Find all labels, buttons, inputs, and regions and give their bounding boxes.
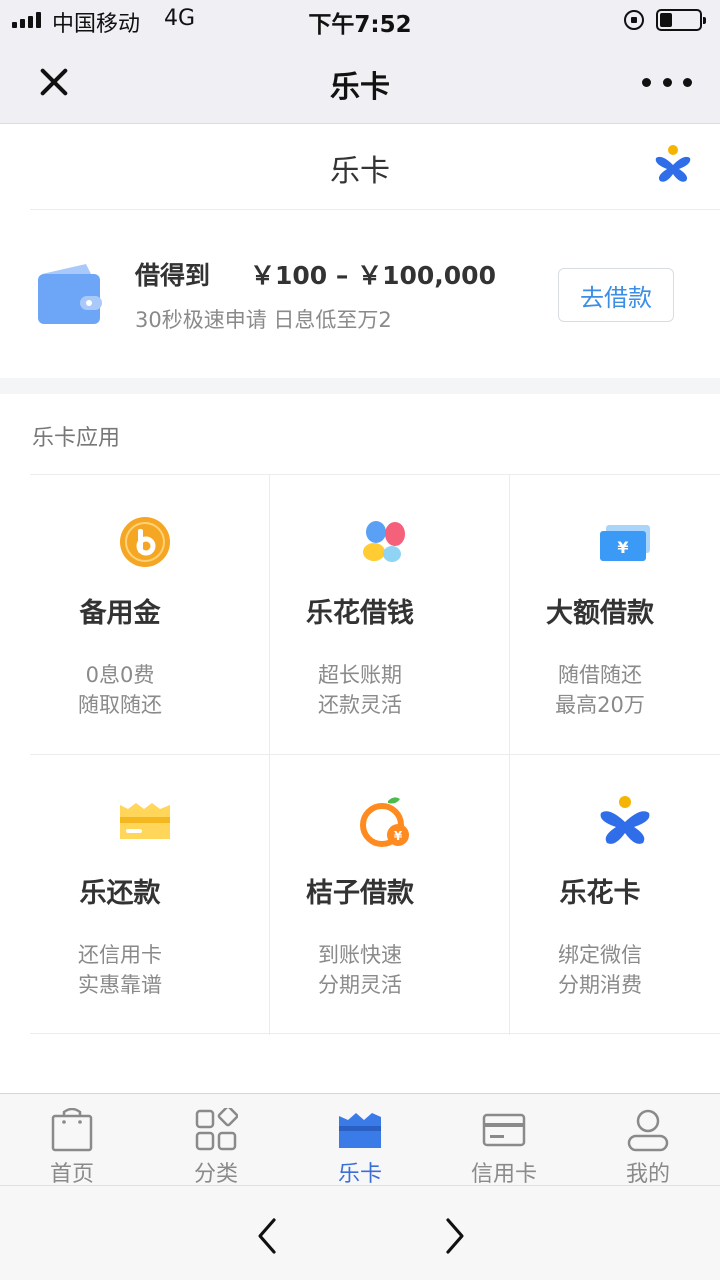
app-lehua-borrow[interactable]: 乐花借钱 超长账期 还款灵活 bbox=[270, 475, 510, 755]
borrow-button[interactable]: 去借款 bbox=[558, 268, 674, 322]
svg-text:¥: ¥ bbox=[394, 829, 403, 843]
app-desc-line2: 最高20万 bbox=[555, 693, 645, 717]
app-backup-funds[interactable]: 备用金 0息0费 随取随还 bbox=[30, 475, 270, 755]
app-desc-line2: 分期灵活 bbox=[318, 973, 402, 997]
app-desc-line2: 还款灵活 bbox=[318, 693, 402, 717]
tab-bar: 首页 分类 乐卡 信用卡 我的 bbox=[0, 1093, 720, 1187]
app-name: 大额借款 bbox=[546, 598, 654, 629]
tab-label: 信用卡 bbox=[470, 1162, 537, 1187]
page-title: 乐卡 bbox=[330, 154, 390, 189]
credit-card-icon bbox=[482, 1113, 526, 1147]
more-options-icon[interactable] bbox=[642, 72, 692, 92]
tab-label: 我的 bbox=[625, 1162, 670, 1187]
app-desc-line2: 随取随还 bbox=[78, 693, 162, 717]
app-name: 乐花卡 bbox=[559, 878, 641, 909]
tab-label: 首页 bbox=[49, 1162, 94, 1187]
app-large-loan[interactable]: ¥ 大额借款 随借随还 最高20万 bbox=[510, 475, 720, 755]
svg-text:¥: ¥ bbox=[617, 538, 628, 557]
app-le-repay[interactable]: 乐还款 还信用卡 实惠靠谱 bbox=[30, 755, 270, 1035]
loan-subtitle: 30秒极速申请 日息低至万2 bbox=[135, 308, 392, 332]
loan-amount-range: ￥100 – ￥100,000 bbox=[250, 261, 496, 290]
user-icon bbox=[627, 1109, 669, 1152]
app-name: 备用金 bbox=[79, 598, 161, 629]
battery-icon bbox=[656, 9, 706, 31]
loan-banner: 借得到 ￥100 – ￥100,000 30秒极速申请 日息低至万2 去借款 bbox=[0, 210, 720, 378]
card-icon bbox=[120, 803, 170, 839]
wallet-icon bbox=[38, 264, 102, 324]
status-bar: 中国移动 4G 下午7:52 bbox=[0, 0, 720, 40]
tab-home[interactable]: 首页 bbox=[0, 1094, 144, 1187]
shopping-bag-icon bbox=[51, 1108, 93, 1152]
orientation-lock-icon bbox=[624, 10, 644, 30]
app-desc-line1: 绑定微信 bbox=[558, 943, 642, 967]
cash-icon: ¥ bbox=[600, 525, 650, 561]
status-time: 下午7:52 bbox=[308, 12, 412, 38]
app-desc-line1: 随借随还 bbox=[558, 663, 642, 687]
petals-icon bbox=[363, 521, 405, 562]
apps-grid: 备用金 0息0费 随取随还 乐花借钱 超长账期 还款灵活 ¥ 大额借款 随借随还… bbox=[30, 474, 720, 1035]
apps-section-title: 乐卡应用 bbox=[32, 426, 121, 451]
nav-bar: 乐卡 bbox=[0, 40, 720, 124]
app-desc-line1: 还信用卡 bbox=[78, 943, 162, 967]
leka-card-icon bbox=[339, 1113, 381, 1148]
loan-label: 借得到 bbox=[135, 261, 211, 290]
app-name: 乐花借钱 bbox=[306, 598, 414, 629]
app-desc-line2: 实惠靠谱 bbox=[78, 973, 162, 997]
tab-category[interactable]: 分类 bbox=[144, 1094, 288, 1187]
coin-b-icon bbox=[120, 517, 170, 567]
app-desc-line1: 0息0费 bbox=[85, 663, 155, 687]
forward-arrow-icon[interactable] bbox=[440, 1216, 470, 1256]
tab-label: 分类 bbox=[193, 1162, 238, 1187]
app-lehua-card[interactable]: 乐花卡 绑定微信 分期消费 bbox=[510, 755, 720, 1035]
back-arrow-icon[interactable] bbox=[252, 1216, 282, 1256]
nav-title: 乐卡 bbox=[330, 70, 390, 105]
browser-toolbar bbox=[0, 1185, 720, 1280]
app-orange-loan[interactable]: ¥ 桔子借款 到账快速 分期灵活 bbox=[270, 755, 510, 1035]
app-desc-line2: 分期消费 bbox=[558, 973, 642, 997]
app-name: 乐还款 bbox=[79, 878, 161, 909]
app-name: 桔子借款 bbox=[306, 878, 414, 909]
category-grid-icon bbox=[195, 1108, 238, 1151]
tab-mine[interactable]: 我的 bbox=[576, 1094, 720, 1187]
app-desc-line1: 到账快速 bbox=[318, 943, 402, 967]
section-divider bbox=[0, 378, 720, 394]
app-desc-line1: 超长账期 bbox=[318, 663, 402, 687]
lehua-logo-icon bbox=[655, 145, 691, 182]
page-header: 乐卡 bbox=[30, 124, 720, 210]
lehua-card-icon bbox=[600, 796, 650, 844]
tab-leka[interactable]: 乐卡 bbox=[288, 1094, 432, 1187]
tab-label: 乐卡 bbox=[337, 1162, 382, 1187]
orange-icon: ¥ bbox=[360, 797, 409, 847]
tab-credit-card[interactable]: 信用卡 bbox=[432, 1094, 576, 1187]
